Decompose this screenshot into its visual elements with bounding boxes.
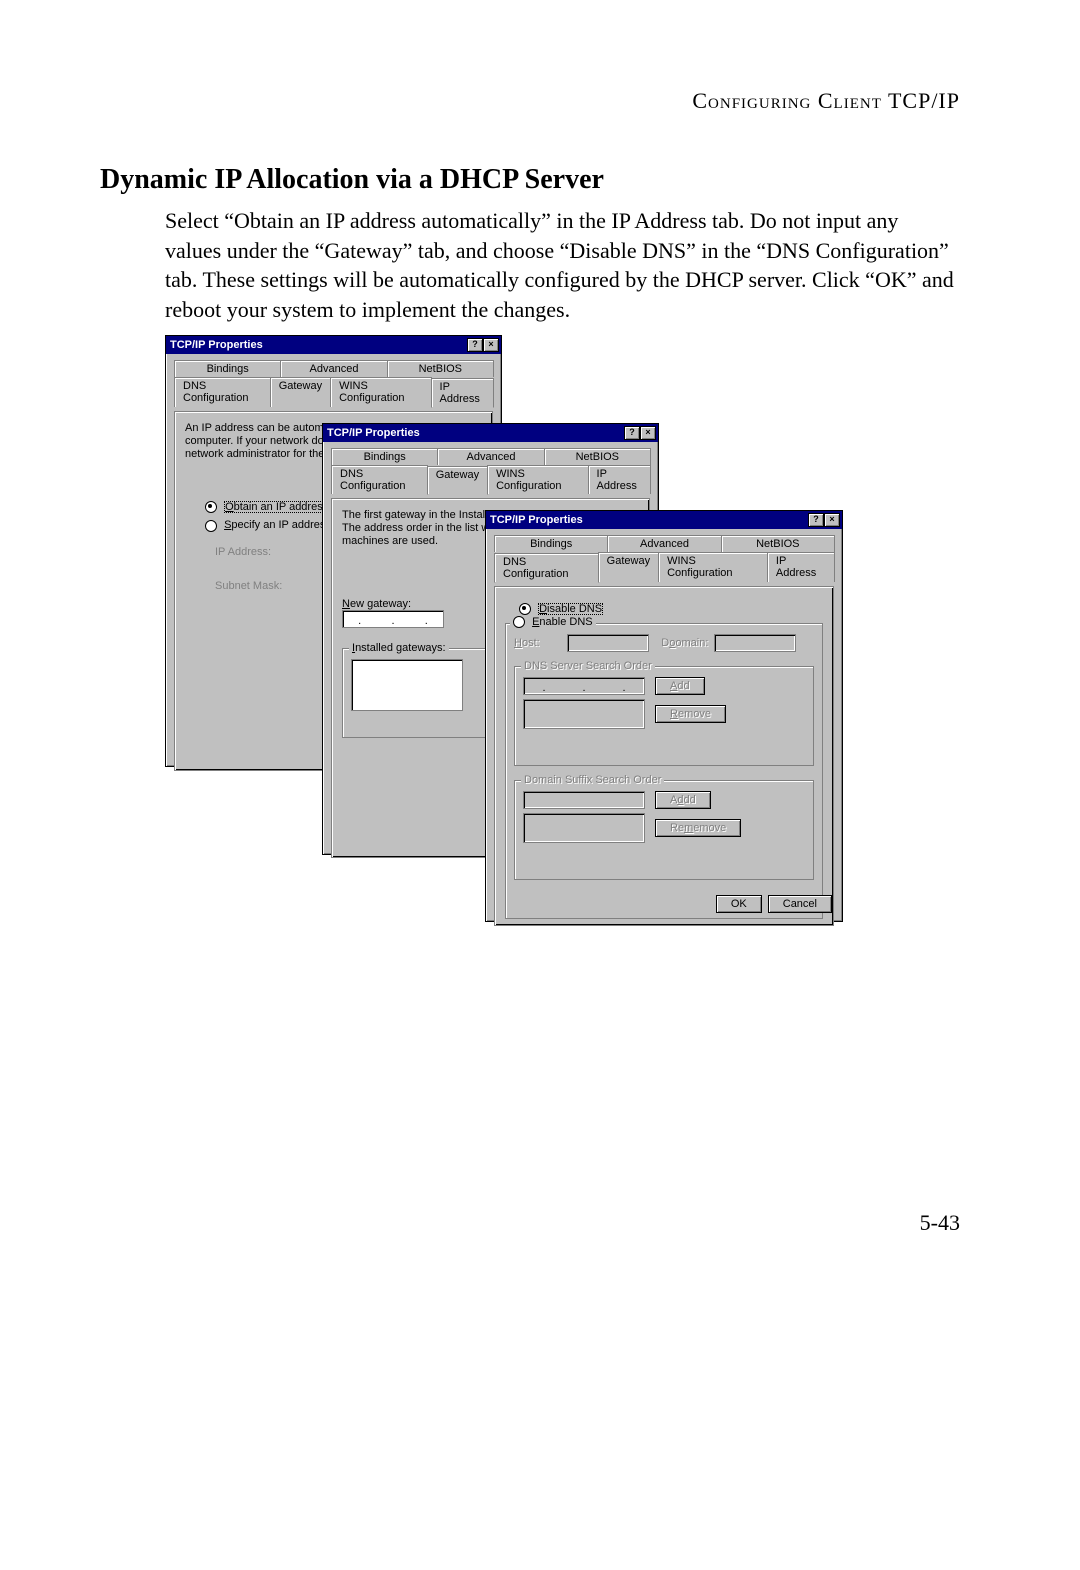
tab-ip-address[interactable]: IP Address [588,465,651,494]
tab-gateway[interactable]: Gateway [427,466,488,495]
page-header: Configuring Client TCP/IP [100,88,960,114]
dns-search-order-label: DNS Server Search Order [521,660,655,672]
new-gateway-input[interactable]: ... [342,610,444,628]
tab-bindings[interactable]: Bindings [174,360,281,377]
section-body: Select “Obtain an IP address automatical… [165,206,960,325]
dialog-tcpip-dns: TCP/IP Properties ? × Bindings Advanced … [485,510,843,922]
tab-ip-address[interactable]: IP Address [767,552,835,582]
tab-gateway[interactable]: Gateway [598,552,659,582]
tab-netbios[interactable]: NetBIOS [544,448,651,465]
title-text: TCP/IP Properties [327,427,420,439]
tab-ip-address[interactable]: IP Address [431,378,494,408]
close-icon[interactable]: × [483,338,499,352]
tab-gateway[interactable]: Gateway [270,377,331,407]
installed-gateways-list[interactable] [351,659,463,711]
domain-suffix-label: Domain Suffix Search Order [521,774,664,786]
tab-dns-config[interactable]: DNS Configuration [174,377,271,407]
help-icon[interactable]: ? [808,513,824,527]
domain-suffix-list[interactable] [523,813,645,843]
domain-label: Doomain: [661,637,711,649]
dns-server-input[interactable]: ... [523,677,645,695]
tab-netbios[interactable]: NetBIOS [721,535,835,552]
tab-dns-config[interactable]: DNS Configuration [494,553,599,583]
host-input[interactable] [567,634,649,652]
add-button[interactable]: Add [655,677,705,695]
page-number: 5-43 [0,925,1080,1236]
tab-advanced[interactable]: Advanced [607,535,721,552]
close-icon[interactable]: × [824,513,840,527]
tab-dns-config[interactable]: DNS Configuration [331,465,428,494]
cancel-button[interactable]: Cancel [768,895,832,913]
tab-wins-config[interactable]: WINS Configuration [487,465,588,494]
help-icon[interactable]: ? [624,426,640,440]
tab-advanced[interactable]: Advanced [437,448,544,465]
host-label: Host: [514,637,564,649]
tab-netbios[interactable]: NetBIOS [387,360,494,377]
tab-wins-config[interactable]: WINS Configuration [330,377,431,407]
tab-advanced[interactable]: Advanced [280,360,387,377]
radio-dot-icon [205,520,217,532]
tab-bindings[interactable]: Bindings [331,448,438,465]
title-text: TCP/IP Properties [170,339,263,351]
add-button[interactable]: Addd [655,791,711,809]
radio-disable-dns[interactable]: Disable DNS [519,603,823,615]
radio-dot-icon [519,603,531,615]
dns-server-list[interactable] [523,699,645,729]
help-icon[interactable]: ? [467,338,483,352]
remove-button[interactable]: Remove [655,705,726,723]
radio-enable-dns[interactable] [513,616,525,628]
radio-dot-icon [205,501,217,513]
ok-button[interactable]: OK [716,895,762,913]
tab-bindings[interactable]: Bindings [494,535,608,552]
close-icon[interactable]: × [640,426,656,440]
remove-button[interactable]: Rememove [655,819,741,837]
title-text: TCP/IP Properties [490,514,583,526]
titlebar[interactable]: TCP/IP Properties ? × [323,424,658,442]
domain-input[interactable] [714,634,796,652]
tab-wins-config[interactable]: WINS Configuration [658,552,768,582]
domain-suffix-input[interactable] [523,791,645,809]
installed-gateways-label: Installed gateways: [349,642,449,654]
titlebar[interactable]: TCP/IP Properties ? × [486,511,842,529]
screenshot-figure: TCP/IP Properties ? × Bindings Advanced … [165,335,960,925]
section-title: Dynamic IP Allocation via a DHCP Server [100,164,960,196]
titlebar[interactable]: TCP/IP Properties ? × [166,336,501,354]
